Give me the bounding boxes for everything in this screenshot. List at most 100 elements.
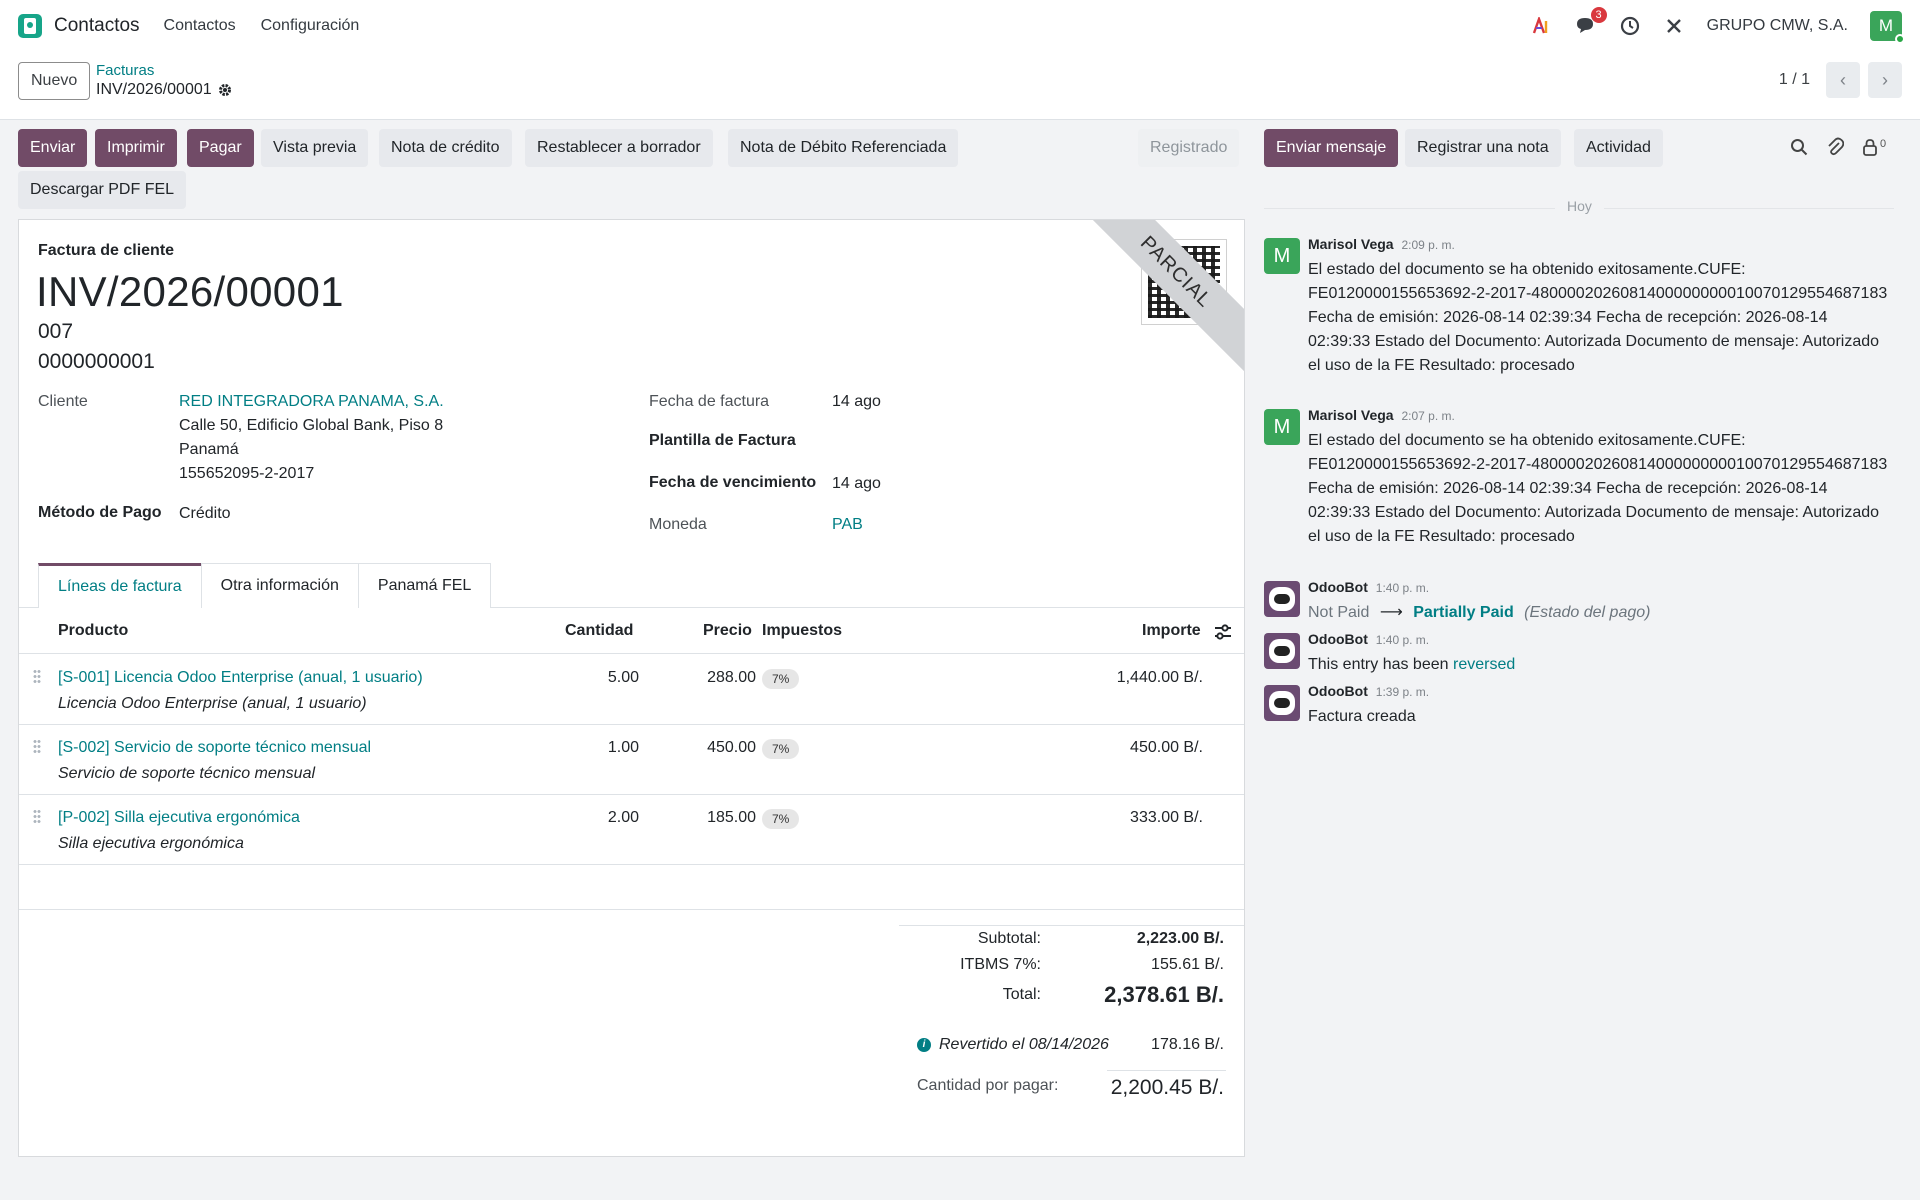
odoobot-avatar[interactable] [1264,581,1300,617]
odoobot-face-icon [1269,639,1295,663]
line-product[interactable]: [S-002] Servicio de soporte técnico mens… [58,739,371,757]
tab-invoice-lines[interactable]: Líneas de factura [38,563,202,608]
line-tax-badge: 7% [762,809,800,829]
search-icon[interactable] [1790,138,1808,156]
col-amount[interactable]: Importe [1142,622,1201,640]
contacts-app-icon[interactable] [18,14,42,38]
reset-to-draft-button[interactable]: Restablecer a borrador [525,129,713,167]
send-message-button[interactable]: Enviar mensaje [1264,129,1399,167]
currency-value[interactable]: PAB [832,516,863,534]
odoobot-avatar[interactable] [1264,633,1300,669]
status-registered: Registrado [1138,129,1240,167]
tools-icon[interactable] [1663,15,1685,37]
line-product[interactable]: [P-002] Silla ejecutiva ergonómica [58,809,300,827]
paperclip-icon[interactable] [1826,137,1844,157]
line-quantity: 2.00 [607,809,639,826]
table-row[interactable]: [P-002] Silla ejecutiva ergonómica Silla… [19,795,1244,865]
table-row[interactable]: [S-001] Licencia Odoo Enterprise (anual,… [19,655,1244,725]
pager: 1 / 1 ‹ › [1779,62,1902,98]
message-body: El estado del documento se ha obtenido e… [1308,261,1888,374]
log-note-button[interactable]: Registrar una nota [1405,129,1561,167]
main-menu: Contactos Configuración [164,17,360,35]
new-button[interactable]: Nuevo [18,62,91,100]
message-time: 1:40 p. m. [1375,633,1430,647]
pager-value[interactable]: 1 / 1 [1779,71,1810,89]
navbar-systray: 3 GRUPO CMW, S.A. M [1531,7,1905,44]
invoice-date-value[interactable]: 14 ago [832,393,881,411]
chevron-right-icon: › [1882,69,1888,90]
app-name[interactable]: Contactos [54,15,140,37]
chatter-message: M Marisol Vega 2:07 p. m. El estado del … [1264,407,1894,567]
tab-other-info[interactable]: Otra información [200,563,359,608]
line-product[interactable]: [S-001] Licencia Odoo Enterprise (anual,… [58,669,423,687]
activity-button[interactable]: Actividad [1574,129,1663,167]
due-date-label: Fecha de vencimiento [649,474,817,491]
message-author[interactable]: OdooBot [1308,579,1368,595]
empty-line-row[interactable] [19,865,1244,910]
pay-button[interactable]: Pagar [187,129,254,167]
message-author[interactable]: OdooBot [1308,683,1368,699]
message-author[interactable]: OdooBot [1308,631,1368,647]
reversed-label: Revertido el 08/14/2026 [939,1036,1109,1053]
debit-note-button[interactable]: Nota de Débito Referenciada [728,129,959,167]
credit-note-button[interactable]: Nota de crédito [379,129,512,167]
total-value: 2,378.61 B/. [1104,982,1224,1007]
payment-method-value[interactable]: Crédito [179,505,231,523]
col-quantity[interactable]: Cantidad [565,622,633,640]
tracking-new-value: Partially Paid [1413,604,1514,621]
drag-handle-icon[interactable] [33,809,41,823]
itbms-label: ITBMS 7%: [960,956,1041,973]
due-date-value[interactable]: 14 ago [832,475,881,493]
gear-icon[interactable] [218,83,232,97]
col-product[interactable]: Producto [58,622,128,640]
top-navbar: Contactos Contactos Configuración 3 GRUP… [0,0,1920,52]
col-taxes[interactable]: Impuestos [762,622,842,640]
user-avatar-letter: M [1878,16,1894,35]
messages-icon[interactable]: 3 [1575,7,1607,37]
ai-icon[interactable] [1531,15,1553,37]
customer-label: Cliente [38,393,88,410]
due-separator [1107,1070,1226,1071]
tab-panama-fel[interactable]: Panamá FEL [357,563,492,608]
message-author[interactable]: Marisol Vega [1308,407,1394,423]
breadcrumb-current: INV/2026/00001 [96,81,232,99]
author-avatar[interactable]: M [1264,409,1300,445]
chatter-message: OdooBot 1:40 p. m. Not Paid ⟶ Partially … [1264,579,1894,629]
message-header: Marisol Vega 2:07 p. m. [1308,407,1455,423]
download-pdf-fel-button[interactable]: Descargar PDF FEL [18,171,187,209]
amount-due-label: Cantidad por pagar: [917,1077,1059,1094]
menu-item-configuracion[interactable]: Configuración [261,17,360,35]
drag-handle-icon[interactable] [33,739,41,753]
followers-button[interactable]: 0 [1862,138,1886,156]
reversed-link[interactable]: reversed [1453,656,1515,673]
drag-handle-icon[interactable] [33,669,41,683]
fel-fiscal-number: 0000000001 [38,350,155,373]
info-icon[interactable]: i [917,1037,931,1052]
column-settings-icon[interactable] [1214,624,1232,640]
message-author[interactable]: Marisol Vega [1308,236,1394,252]
payment-method-label: Método de Pago [38,504,162,521]
customer-city: Panamá [179,441,239,458]
pager-previous-button[interactable]: ‹ [1826,62,1860,98]
user-avatar[interactable]: M [1870,11,1905,44]
totals-separator [899,925,1244,926]
menu-item-contactos[interactable]: Contactos [164,17,236,35]
print-button[interactable]: Imprimir [95,129,177,167]
pager-next-button[interactable]: › [1868,62,1902,98]
invoice-sheet: PARCIAL Factura de cliente INV/2026/0000… [18,219,1245,1157]
chevron-left-icon: ‹ [1840,69,1846,90]
chatter-tools: 0 [1790,137,1886,157]
send-button[interactable]: Enviar [18,129,88,167]
table-row[interactable]: [S-002] Servicio de soporte técnico mens… [19,725,1244,795]
odoobot-avatar[interactable] [1264,685,1300,721]
customer-ruc: 155652095-2-2017 [179,465,315,482]
author-avatar[interactable]: M [1264,238,1300,274]
col-price[interactable]: Precio [703,622,752,640]
message-body: El estado del documento se ha obtenido e… [1308,432,1888,545]
preview-button[interactable]: Vista previa [261,129,369,167]
clock-icon[interactable] [1619,15,1641,37]
breadcrumb-parent[interactable]: Facturas [96,62,232,79]
customer-name[interactable]: RED INTEGRADORA PANAMA, S.A. [179,393,444,411]
company-switcher[interactable]: GRUPO CMW, S.A. [1707,17,1848,35]
notebook-tabs: Líneas de factura Otra información Panam… [38,563,492,608]
